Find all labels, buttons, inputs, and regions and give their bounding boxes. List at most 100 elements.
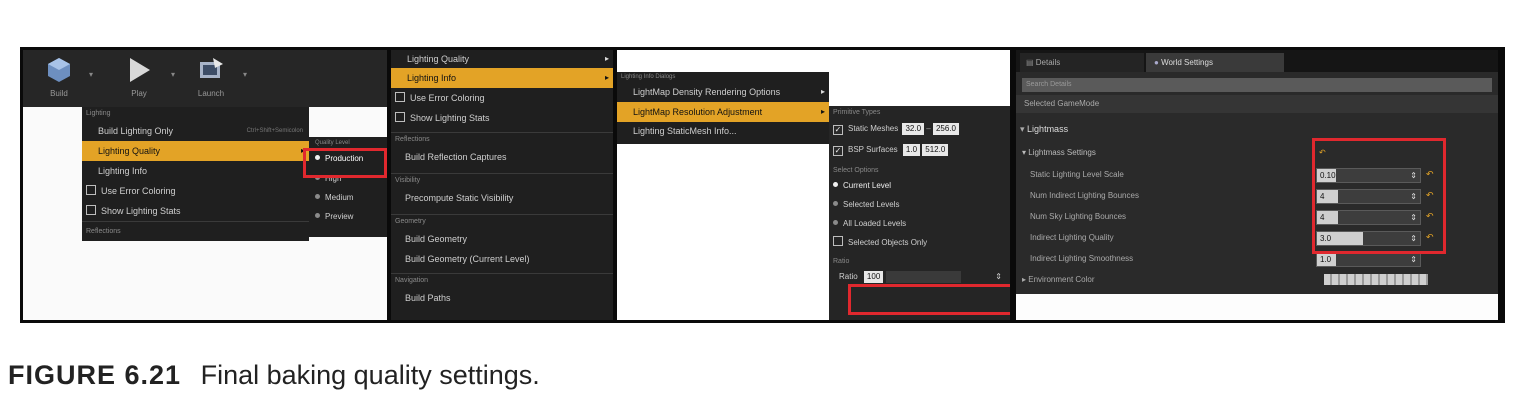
range-dash: –: [926, 124, 931, 133]
menu-build-geometry-label: Build Geometry: [405, 234, 468, 244]
chevron-down-icon[interactable]: ▾: [171, 70, 175, 79]
menu-build-lighting-only-label: Build Lighting Only: [98, 126, 174, 136]
figure-caption: FIGURE 6.21 Final baking quality setting…: [8, 360, 540, 391]
menu-lightmap-resolution-label: LightMap Resolution Adjustment: [633, 107, 763, 117]
launch-button[interactable]: Launch: [189, 56, 233, 104]
quality-option-medium-label: Medium: [325, 193, 354, 202]
menu-lighting-info[interactable]: Lighting Info: [82, 161, 309, 181]
chevron-right-icon: ▸: [604, 54, 609, 63]
static-meshes-label: Static Meshes: [848, 124, 899, 133]
chevron-right-icon: ▸: [604, 73, 609, 82]
menu-show-lighting-stats[interactable]: Show Lighting Stats: [82, 201, 309, 221]
menu-use-error-coloring[interactable]: Use Error Coloring: [82, 181, 309, 201]
launch-label: Launch: [197, 89, 225, 98]
checkbox[interactable]: [86, 185, 96, 195]
menu-lighting-quality-label: Lighting Quality: [407, 54, 470, 64]
shortcut-label: Ctrl+Shift+Semicolon: [246, 128, 303, 134]
property-value: 1.0: [1320, 255, 1332, 264]
tab-world-settings-label: World Settings: [1161, 58, 1213, 67]
checkbox[interactable]: [833, 146, 843, 156]
radio-icon: [833, 201, 838, 206]
play-button[interactable]: Play: [119, 56, 159, 104]
lightmass-settings-label: Lightmass Settings: [1028, 148, 1096, 157]
option-selected-levels[interactable]: Selected Levels: [829, 195, 1010, 214]
menu-lighting-quality[interactable]: Lighting Quality ▸: [82, 141, 309, 161]
bsp-surfaces-label: BSP Surfaces: [848, 145, 898, 154]
checkbox[interactable]: [833, 125, 843, 135]
menu-precompute-static-visibility-label: Precompute Static Visibility: [405, 193, 514, 203]
menu-show-lighting-stats[interactable]: Show Lighting Stats: [391, 108, 613, 128]
build-menu: Lighting Quality ▸ Lighting Info ▸ Use E…: [391, 50, 613, 320]
option-all-loaded-levels[interactable]: All Loaded Levels: [829, 214, 1010, 233]
color-swatch[interactable]: [1324, 274, 1428, 285]
static-max-field[interactable]: 256.0: [932, 122, 960, 135]
globe-icon: ●: [1154, 58, 1162, 67]
menu-lighting-quality[interactable]: Lighting Quality ▸: [391, 50, 613, 68]
section-navigation: Navigation: [391, 273, 613, 288]
option-current-level-label: Current Level: [843, 181, 892, 190]
checkbox[interactable]: [395, 92, 405, 102]
checkbox[interactable]: [833, 236, 843, 246]
chevron-right-icon: ▸: [820, 107, 825, 116]
section-lighting: Lighting: [86, 110, 111, 117]
bsp-max-field[interactable]: 512.0: [922, 143, 949, 156]
menu-precompute-static-visibility[interactable]: Precompute Static Visibility: [391, 188, 613, 208]
highlight-box: [303, 148, 387, 178]
ratio-slider[interactable]: [885, 270, 961, 283]
menu-build-geometry-current-level-label: Build Geometry (Current Level): [405, 254, 530, 264]
menu-build-geometry-current-level[interactable]: Build Geometry (Current Level): [391, 249, 613, 269]
panel-build-menu: Build ▾ Play ▾ Launch ▾ Lighting Build L…: [23, 50, 387, 320]
spin-arrows-icon[interactable]: ⇕: [1410, 253, 1417, 266]
build-dropdown-menu: Lighting Build Lighting Only Ctrl+Shift+…: [82, 107, 309, 241]
bsp-surfaces-row: BSP Surfaces 1.0 512.0: [829, 139, 1010, 161]
quality-option-preview[interactable]: Preview: [309, 207, 387, 226]
menu-build-reflection-captures[interactable]: Build Reflection Captures: [391, 147, 613, 167]
menu-lightmap-resolution[interactable]: LightMap Resolution Adjustment ▸: [617, 102, 829, 122]
details-icon: ▤: [1026, 58, 1036, 67]
highlight-box: [848, 284, 1010, 315]
panel-lightmap-resolution: Lighting Info Dialogs LightMap Density R…: [617, 50, 1010, 320]
bsp-min-field[interactable]: 1.0: [902, 143, 921, 156]
static-min-field[interactable]: 32.0: [902, 122, 925, 135]
chevron-right-icon: ▸: [1022, 275, 1027, 284]
chevron-down-icon: ▾: [1020, 124, 1025, 134]
environment-color-label: Environment Color: [1028, 275, 1095, 284]
option-selected-objects-only-label: Selected Objects Only: [848, 238, 928, 247]
build-icon: [48, 58, 70, 82]
quality-option-medium[interactable]: Medium: [309, 188, 387, 207]
lightmass-label: Lightmass: [1027, 124, 1069, 134]
menu-build-lighting-only[interactable]: Build Lighting Only Ctrl+Shift+Semicolon: [82, 121, 309, 141]
selected-gamemode-row[interactable]: Selected GameMode: [1016, 95, 1498, 113]
environment-color-row[interactable]: ▸ Environment Color: [1016, 270, 1498, 290]
chevron-down-icon[interactable]: ▾: [89, 70, 93, 79]
search-details-field[interactable]: Search Details: [1022, 78, 1492, 92]
toolbar: Build ▾ Play ▾ Launch ▾: [23, 50, 387, 107]
menu-lighting-staticmesh-info[interactable]: Lighting StaticMesh Info...: [617, 122, 829, 140]
menu-lightmap-density[interactable]: LightMap Density Rendering Options ▸: [617, 82, 829, 102]
figure-label: FIGURE 6.21: [8, 360, 182, 390]
checkbox[interactable]: [86, 205, 96, 215]
ratio-header: Ratio: [833, 258, 850, 265]
option-current-level[interactable]: Current Level: [829, 176, 1010, 195]
empty-area: [1016, 294, 1498, 320]
property-value-field[interactable]: 1.0 ⇕: [1316, 252, 1421, 267]
radio-icon: [315, 213, 320, 218]
tab-world-settings[interactable]: ● World Settings: [1146, 53, 1284, 72]
lighting-info-submenu: Lighting Info Dialogs LightMap Density R…: [617, 72, 829, 144]
checkbox[interactable]: [395, 112, 405, 122]
menu-lighting-staticmesh-info-label: Lighting StaticMesh Info...: [633, 126, 737, 136]
menu-build-paths[interactable]: Build Paths: [391, 288, 613, 308]
chevron-down-icon[interactable]: ▾: [243, 70, 247, 79]
menu-lighting-info[interactable]: Lighting Info ▸: [391, 68, 613, 88]
ratio-label: Ratio: [839, 272, 858, 281]
build-button[interactable]: Build: [39, 56, 79, 104]
option-selected-objects-only[interactable]: Selected Objects Only: [829, 233, 1010, 252]
menu-build-geometry[interactable]: Build Geometry: [391, 229, 613, 249]
menu-build-reflection-captures-label: Build Reflection Captures: [405, 152, 507, 162]
ratio-field[interactable]: 100: [863, 270, 884, 283]
lightmass-category[interactable]: ▾ Lightmass: [1016, 118, 1498, 140]
menu-use-error-coloring[interactable]: Use Error Coloring: [391, 88, 613, 108]
static-meshes-row: Static Meshes 32.0 – 256.0: [829, 119, 1010, 139]
tab-details[interactable]: ▤ Details: [1020, 53, 1144, 72]
section-reflections: Reflections: [391, 132, 613, 147]
